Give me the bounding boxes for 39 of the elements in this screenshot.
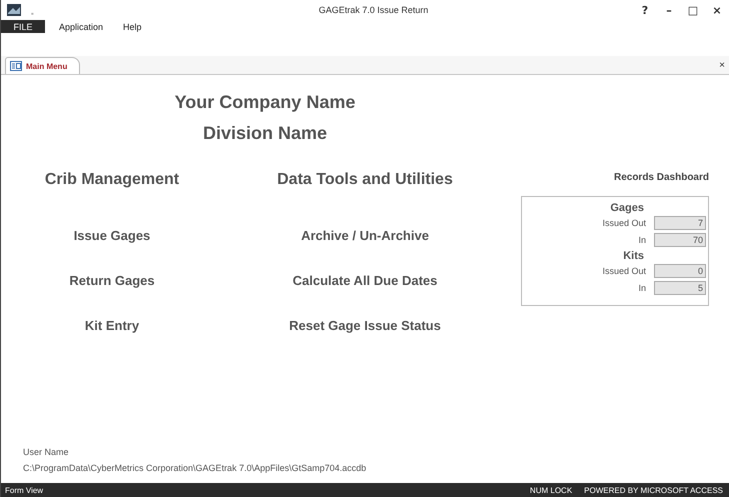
company-name: Your Company Name [174,92,356,113]
count-field: 5 [654,281,706,295]
menu-item[interactable]: Help [113,20,152,33]
section-heading: Crib Management [44,171,180,189]
database-path: C:\ProgramData\CyberMetrics Corporation\GAGEtrak 7.0\AppFiles\GtSamp704.accdb [23,463,368,473]
form-tab[interactable]: Main Menu [5,57,80,74]
form-icon [10,61,22,71]
minimize-button[interactable]: – [657,4,681,16]
close-button[interactable]: × [705,4,729,16]
menu-button[interactable]: Kit Entry [80,303,144,348]
section-heading: Data Tools and Utilities [277,171,453,189]
menu-button[interactable]: Reset Gage Issue Status [285,303,445,348]
group-heading: Gages [609,201,645,216]
count-field: 7 [654,216,706,230]
count-field: 70 [654,233,706,247]
window-title: GAGEtrak 7.0 Issue Return [318,5,430,15]
app-logo-icon [7,4,21,16]
menu-item[interactable]: Application [45,20,114,33]
quick-access-button[interactable]: ₌ [31,4,34,16]
dashboard-title: Records Dashboard [612,172,709,185]
user-name: User Name [23,447,70,457]
close-tab-button[interactable]: × [715,60,729,70]
division-name: Division Name [202,123,328,144]
field-label: Issued Out [602,218,646,228]
view-mode-label: Form View [5,486,44,494]
menu-button[interactable]: Issue Gages [70,213,154,258]
status-indicator: NUM LOCK [530,486,572,494]
group-heading: Kits [622,249,645,264]
maximize-button[interactable]: □ [681,4,705,16]
help-button[interactable]: ? [633,4,657,16]
count-field: 0 [654,264,706,278]
menu-button[interactable]: Return Gages [65,258,159,303]
field-label: Issued Out [602,266,646,276]
field-label: In [638,235,646,245]
field-label: In [638,283,646,293]
status-indicator: POWERED BY MICROSOFT ACCESS [584,486,723,494]
menu-button[interactable]: Calculate All Due Dates [288,258,442,303]
menu-button[interactable]: Archive / Un-Archive [297,213,433,258]
menu-item[interactable]: FILE [1,20,45,33]
